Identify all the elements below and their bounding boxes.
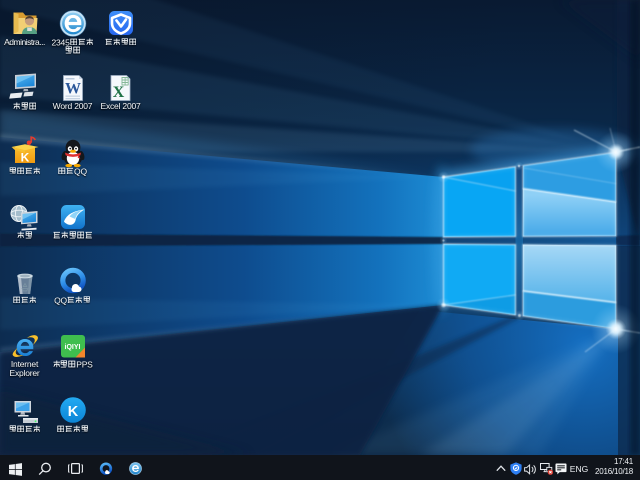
svg-text:K: K [67,404,78,420]
svg-text:K: K [20,151,29,165]
svg-text:iQIYI: iQIYI [64,344,80,351]
svg-text:W: W [65,80,81,97]
svg-text:X: X [112,84,124,101]
